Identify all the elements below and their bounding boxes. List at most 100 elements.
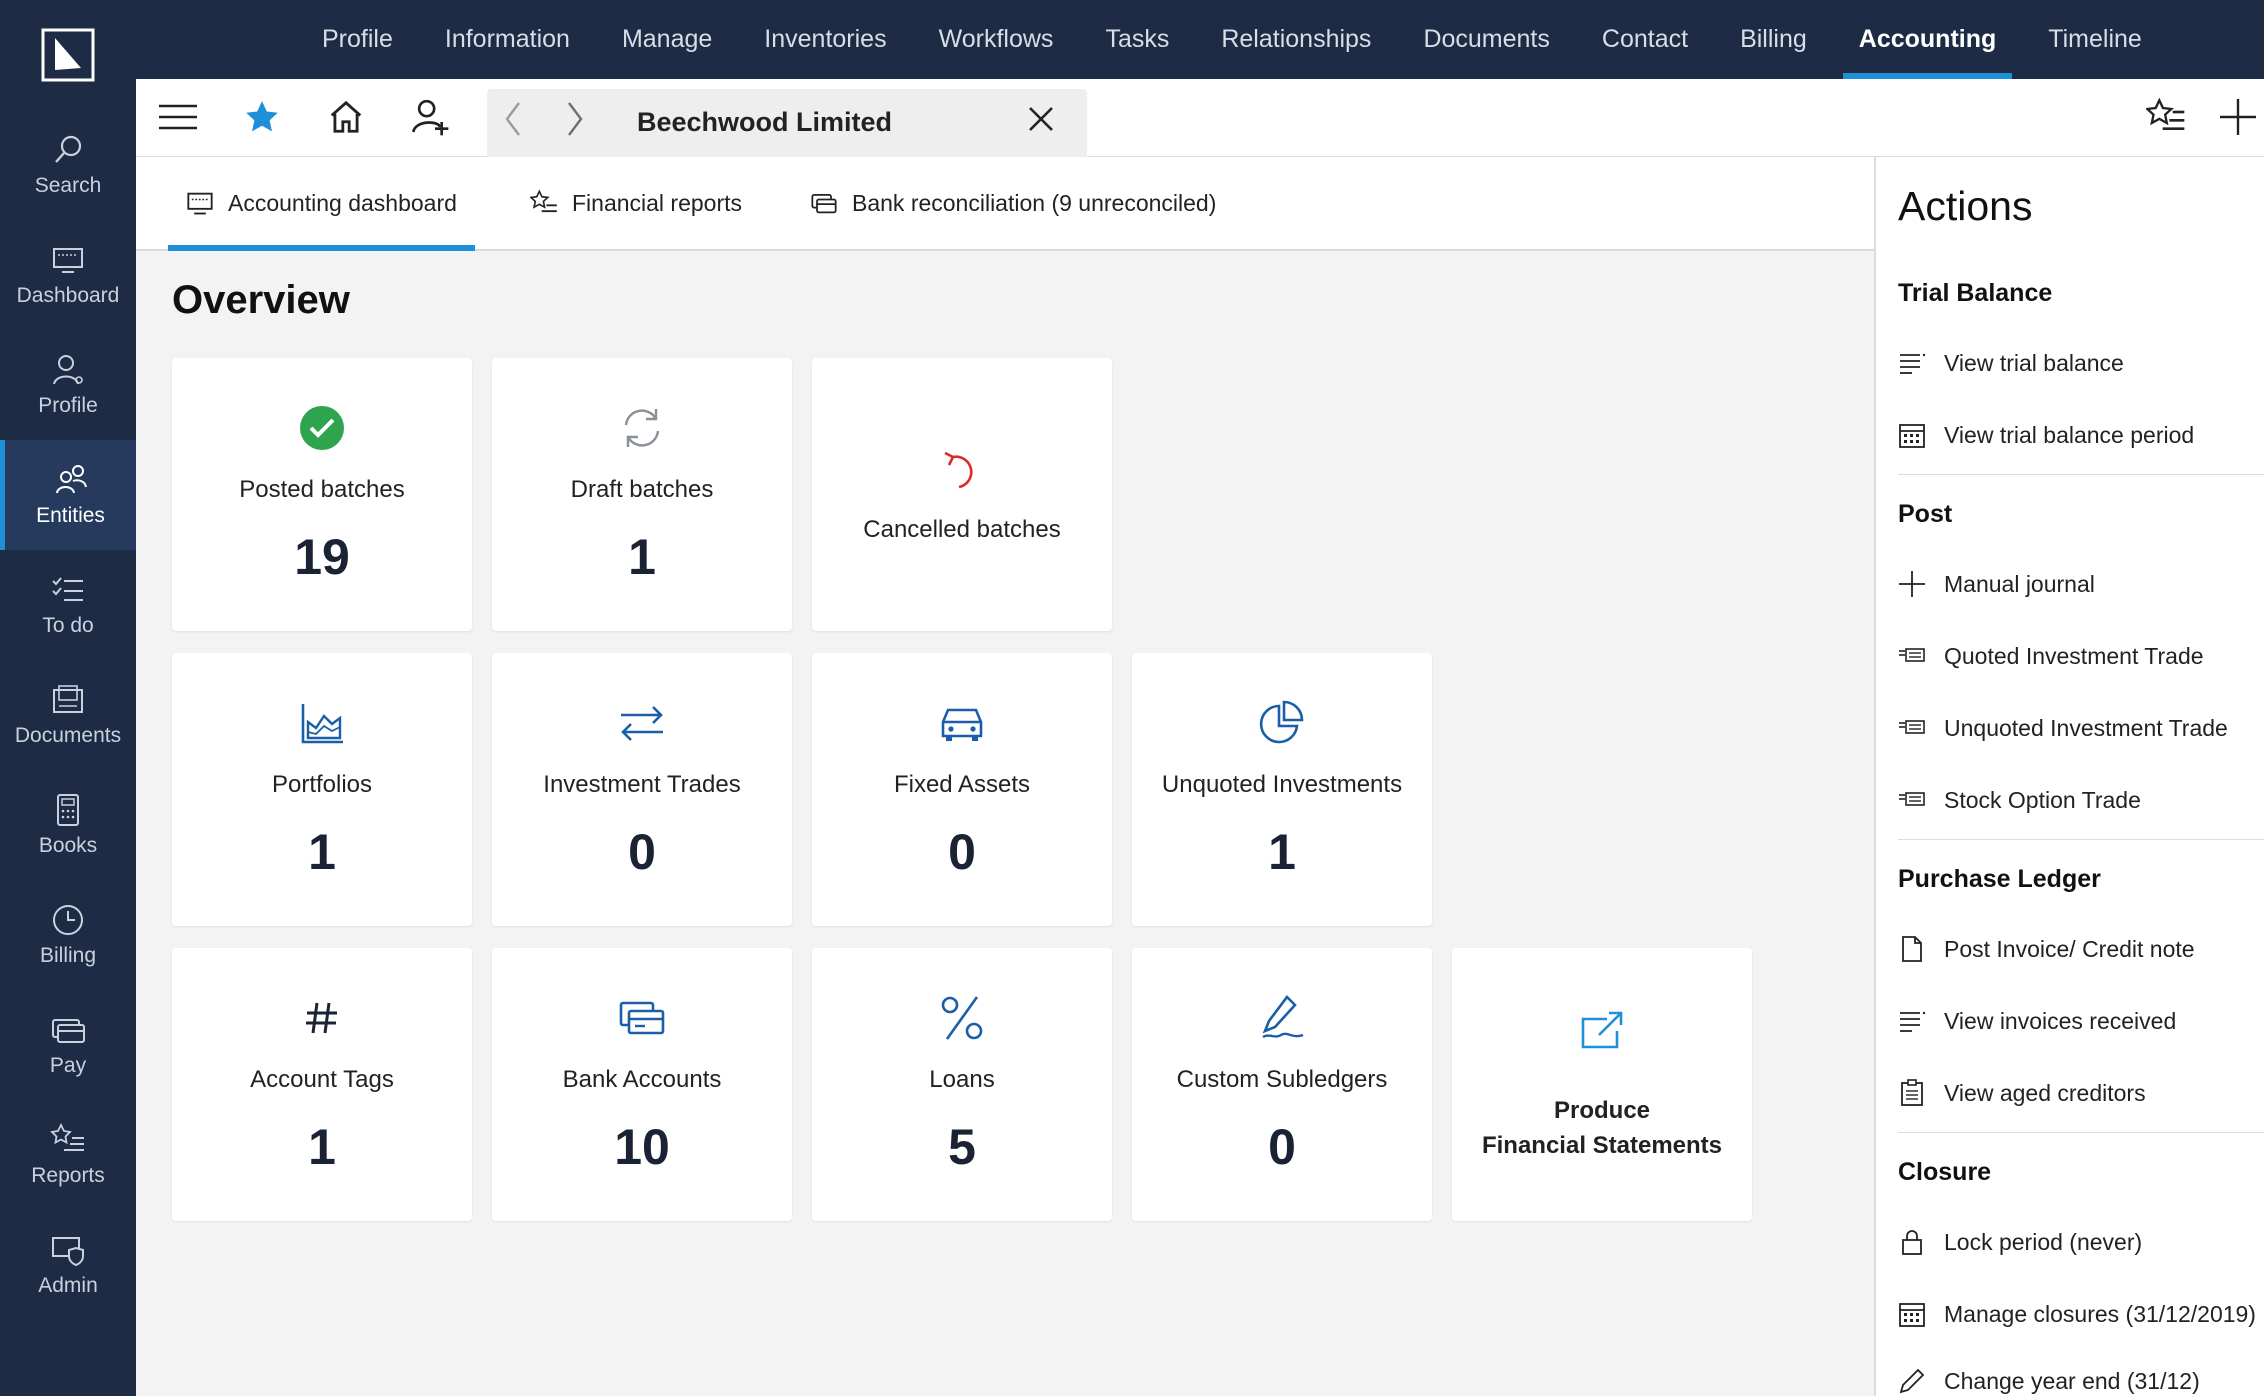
- bank-card-icon: [619, 1001, 665, 1035]
- chevron-left-icon: [505, 102, 520, 136]
- card-posted-batches[interactable]: Posted batches 19: [172, 358, 472, 631]
- rail-item-admin[interactable]: Admin: [0, 1210, 136, 1320]
- action-view-invoices-received[interactable]: View invoices received: [1898, 1007, 2176, 1035]
- add-person-button[interactable]: [406, 93, 454, 141]
- nav-item-profile[interactable]: Profile: [296, 0, 419, 79]
- hamburger-icon: [159, 104, 197, 130]
- forward-button[interactable]: [551, 95, 599, 143]
- rail-item-profile[interactable]: Profile: [0, 330, 136, 440]
- card-label: Draft batches: [570, 476, 714, 503]
- action-view-aged-creditors[interactable]: View aged creditors: [1898, 1079, 2146, 1107]
- pencil-icon: [1899, 1368, 1925, 1394]
- card-label: Fixed Assets: [893, 771, 1031, 798]
- todo-icon: [52, 577, 83, 601]
- pen-signature-icon: [1262, 995, 1304, 1039]
- trade-icon: [1899, 648, 1925, 662]
- menu-button[interactable]: [154, 93, 202, 141]
- card-label: Investment Trades: [543, 771, 741, 798]
- action-lock-period[interactable]: Lock period (never): [1898, 1228, 2142, 1256]
- nav-item-workflows[interactable]: Workflows: [913, 0, 1080, 79]
- card-custom-subledgers[interactable]: Custom Subledgers 0: [1132, 948, 1432, 1221]
- card-label: Unquoted Investments: [1161, 771, 1403, 798]
- rail-label: To do: [42, 614, 94, 637]
- clock-icon: [53, 905, 83, 935]
- nav-item-accounting[interactable]: Accounting: [1833, 0, 2023, 79]
- card-investment-trades[interactable]: Investment Trades 0: [492, 653, 792, 926]
- action-label: Post Invoice/ Credit note: [1944, 935, 2195, 962]
- bank-card-icon: [811, 193, 837, 214]
- top-nav: Profile Information Manage Inventories W…: [136, 0, 2264, 79]
- card-label: Posted batches: [239, 476, 405, 503]
- chevron-right-icon: [568, 102, 583, 136]
- action-change-year-end[interactable]: Change year end (31/12): [1898, 1367, 2200, 1395]
- tab-financial-reports[interactable]: Financial reports: [530, 157, 742, 249]
- nav-item-information[interactable]: Information: [419, 0, 596, 79]
- card-account-tags[interactable]: Account Tags 1: [172, 948, 472, 1221]
- tab-accounting-dashboard[interactable]: Accounting dashboard: [168, 157, 475, 251]
- left-rail: Search Dashboard Profile Entities To do …: [0, 0, 136, 1396]
- favourite-button[interactable]: [238, 93, 286, 141]
- card-unquoted-investments[interactable]: Unquoted Investments 1: [1132, 653, 1432, 926]
- nav-item-documents[interactable]: Documents: [1397, 0, 1575, 79]
- nav-item-timeline[interactable]: Timeline: [2022, 0, 2168, 79]
- back-button[interactable]: [489, 95, 537, 143]
- new-tab-button[interactable]: [2214, 93, 2262, 141]
- nav-item-relationships[interactable]: Relationships: [1195, 0, 1397, 79]
- card-count: 1: [308, 1119, 336, 1175]
- calendar-icon: [1899, 424, 1925, 448]
- record-tab: Beechwood Limited: [487, 89, 1087, 157]
- tab-bank-reconciliation[interactable]: Bank reconciliation (9 unreconciled): [810, 157, 1216, 249]
- rail-item-reports[interactable]: Reports: [0, 1100, 136, 1210]
- rail-item-documents[interactable]: Documents: [0, 660, 136, 770]
- card-count: 0: [948, 824, 976, 880]
- action-label: View trial balance period: [1944, 421, 2195, 448]
- favourites-list-button[interactable]: [2142, 93, 2190, 141]
- rail-label: Admin: [38, 1274, 98, 1297]
- card-draft-batches[interactable]: Draft batches 1: [492, 358, 792, 631]
- search-icon: [55, 135, 82, 163]
- card-bank-accounts[interactable]: Bank Accounts 10: [492, 948, 792, 1221]
- card-count: 19: [294, 529, 350, 585]
- rail-item-books[interactable]: Books: [0, 770, 136, 880]
- action-label: Lock period (never): [1944, 1228, 2143, 1255]
- card-loans[interactable]: Loans 5: [812, 948, 1112, 1221]
- action-stock-option-trade[interactable]: Stock Option Trade: [1898, 786, 2141, 814]
- rail-label: Profile: [38, 394, 98, 417]
- rail-item-pay[interactable]: Pay: [0, 990, 136, 1100]
- rail-label: Search: [34, 174, 102, 197]
- nav-item-inventories[interactable]: Inventories: [738, 0, 912, 79]
- card-cancelled-batches[interactable]: Cancelled batches: [812, 358, 1112, 631]
- action-label: Manage closures (31/12/2019): [1944, 1300, 2256, 1327]
- action-view-trial-balance[interactable]: View trial balance: [1898, 349, 2124, 377]
- card-label-line: Financial Statements: [1481, 1132, 1723, 1159]
- nav-item-billing[interactable]: Billing: [1714, 0, 1833, 79]
- rail-item-todo[interactable]: To do: [0, 550, 136, 660]
- card-count: 1: [1268, 824, 1296, 880]
- action-manual-journal[interactable]: Manual journal: [1898, 570, 2095, 598]
- action-unquoted-investment-trade[interactable]: Unquoted Investment Trade: [1898, 714, 2228, 742]
- card-produce-financial-statements[interactable]: Produce Financial Statements: [1452, 948, 1752, 1221]
- list-icon: [1900, 353, 1926, 374]
- card-portfolios[interactable]: Portfolios 1: [172, 653, 472, 926]
- rail-item-entities[interactable]: Entities: [0, 440, 136, 550]
- action-post-invoice-credit-note[interactable]: Post Invoice/ Credit note: [1898, 935, 2195, 963]
- transfer-arrows-icon: [621, 706, 663, 741]
- action-label: Manual journal: [1944, 570, 2095, 597]
- action-quoted-investment-trade[interactable]: Quoted Investment Trade: [1898, 642, 2204, 670]
- action-manage-closures[interactable]: Manage closures (31/12/2019): [1898, 1300, 2256, 1328]
- home-button[interactable]: [322, 93, 370, 141]
- rail-item-search[interactable]: Search: [0, 110, 136, 220]
- nav-item-tasks[interactable]: Tasks: [1079, 0, 1195, 79]
- tab-label: Financial reports: [572, 189, 743, 216]
- nav-item-contact[interactable]: Contact: [1576, 0, 1714, 79]
- refresh-icon: [624, 409, 660, 447]
- rail-item-dashboard[interactable]: Dashboard: [0, 220, 136, 330]
- close-record-button[interactable]: [1017, 95, 1065, 143]
- nav-item-manage[interactable]: Manage: [596, 0, 738, 79]
- card-count: 5: [948, 1119, 976, 1175]
- app-logo[interactable]: [0, 0, 136, 110]
- rail-item-billing[interactable]: Billing: [0, 880, 136, 990]
- action-view-trial-balance-period[interactable]: View trial balance period: [1898, 421, 2194, 449]
- trade-icon: [1899, 792, 1925, 806]
- card-fixed-assets[interactable]: Fixed Assets 0: [812, 653, 1112, 926]
